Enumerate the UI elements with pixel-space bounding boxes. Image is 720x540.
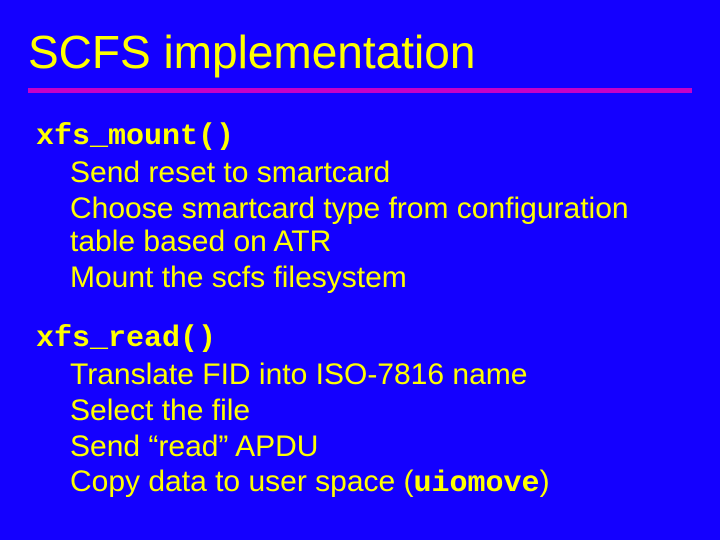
slide-body: xfs_mount() Send reset to smartcard Choo… [36,120,700,504]
slide-title: SCFS implementation [28,28,692,93]
bullet-item: Choose smartcard type from configuration… [70,192,700,259]
bullet-item: Select the file [70,394,700,428]
section-read: xfs_read() Translate FID into ISO-7816 n… [36,322,700,501]
bullet-item: Mount the scfs filesystem [70,261,700,295]
inline-code: uiomove [414,467,540,501]
bullet-item: Send reset to smartcard [70,156,700,190]
bullet-item: Send “read” APDU [70,430,700,464]
section-heading-read: xfs_read() [36,322,700,356]
bullet-item: Translate FID into ISO-7816 name [70,358,700,392]
section-heading-mount: xfs_mount() [36,120,700,154]
slide: SCFS implementation xfs_mount() Send res… [0,0,720,540]
bullet-item: Copy data to user space (uiomove) [70,465,700,502]
